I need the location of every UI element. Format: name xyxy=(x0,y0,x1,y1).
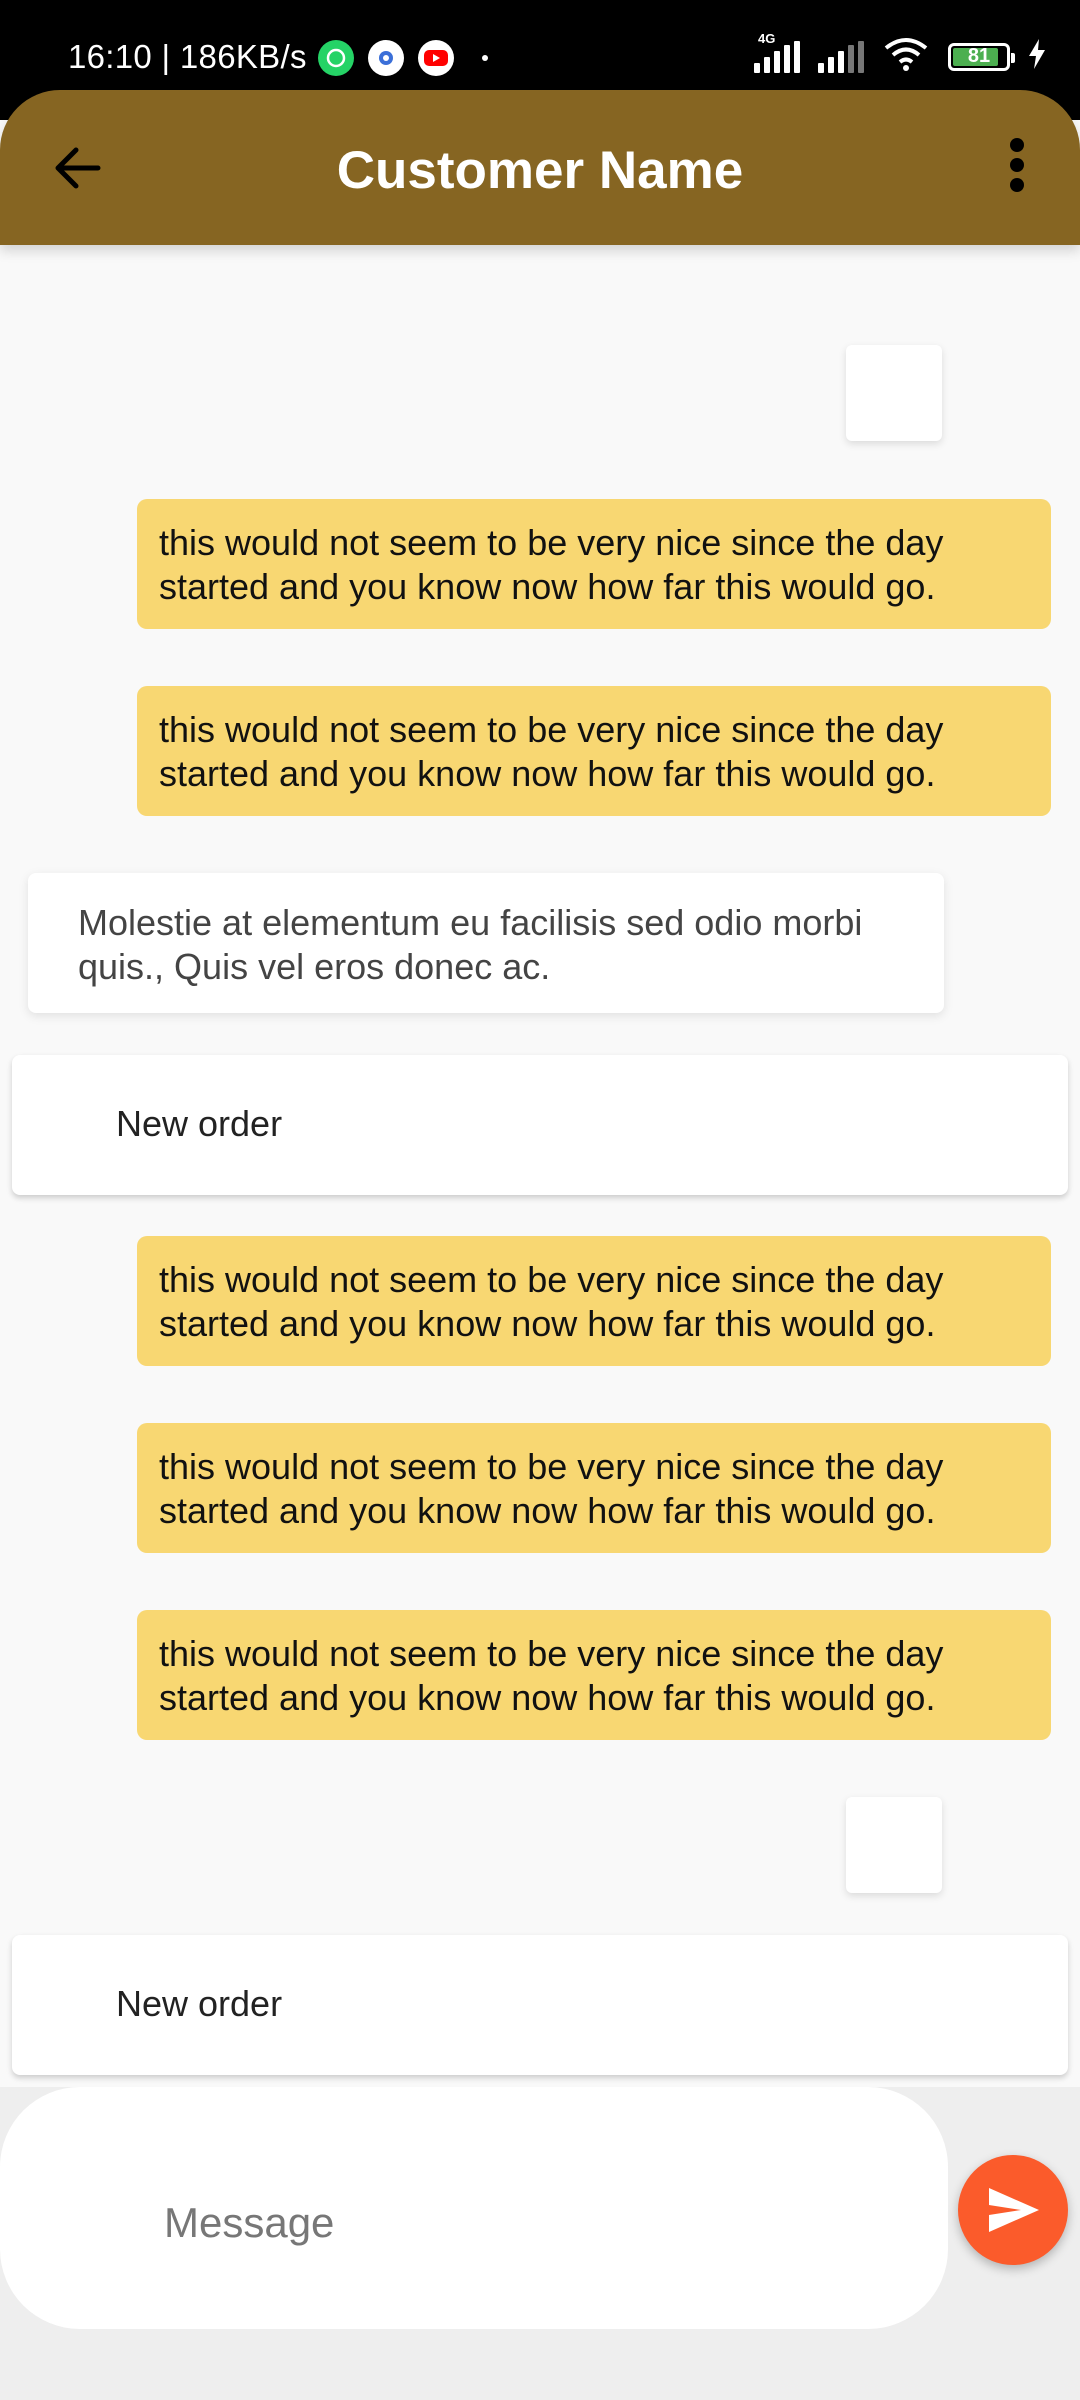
order-label: New order xyxy=(116,1983,283,2024)
outgoing-message[interactable]: this would not seem to be very nice sinc… xyxy=(137,1610,1051,1740)
page-title: Customer Name xyxy=(336,141,744,200)
charging-icon xyxy=(1028,39,1046,74)
outgoing-message[interactable]: this would not seem to be very nice sinc… xyxy=(137,686,1051,816)
new-order-card[interactable]: New order xyxy=(12,1935,1068,2075)
chat-list[interactable]: this would not seem to be very nice sinc… xyxy=(0,245,1080,2087)
message-text: this would not seem to be very nice sinc… xyxy=(159,709,944,794)
outgoing-message[interactable]: this would not seem to be very nice sinc… xyxy=(137,1423,1051,1553)
battery-icon: 81 xyxy=(948,42,1015,71)
notification-dot-icon xyxy=(482,55,488,61)
message-placeholder: Message xyxy=(164,2199,335,2246)
status-indicators: 4G 81 xyxy=(754,31,1046,77)
image-placeholder[interactable] xyxy=(846,345,942,441)
outgoing-message[interactable]: this would not seem to be very nice sinc… xyxy=(137,1236,1051,1366)
message-text: this would not seem to be very nice sinc… xyxy=(159,1446,944,1531)
order-label: New order xyxy=(116,1103,283,1144)
network-type-label: 4G xyxy=(758,30,776,46)
message-text: this would not seem to be very nice sinc… xyxy=(159,1633,944,1718)
send-button[interactable] xyxy=(958,2155,1068,2265)
cellular-signal-2-icon xyxy=(818,40,864,73)
wifi-icon xyxy=(882,36,930,77)
message-text: this would not seem to be very nice sinc… xyxy=(159,1259,944,1344)
youtube-icon xyxy=(418,40,454,76)
image-placeholder[interactable] xyxy=(846,1797,942,1893)
composer-bar: Message xyxy=(0,2087,1080,2400)
cellular-signal-icon: 4G xyxy=(754,31,800,73)
whatsapp-icon xyxy=(318,40,354,76)
settings-app-icon xyxy=(368,40,404,76)
more-options-button[interactable] xyxy=(1002,138,1032,198)
message-input[interactable]: Message xyxy=(0,2087,948,2329)
outgoing-message[interactable]: this would not seem to be very nice sinc… xyxy=(137,499,1051,629)
message-text: Molestie at elementum eu facilisis sed o… xyxy=(78,902,863,987)
incoming-message[interactable]: Molestie at elementum eu facilisis sed o… xyxy=(28,873,944,1013)
message-text: this would not seem to be very nice sinc… xyxy=(159,522,944,607)
battery-level: 81 xyxy=(967,45,991,67)
new-order-card[interactable]: New order xyxy=(12,1055,1068,1195)
status-time: 16:10 | 186KB/s xyxy=(68,38,307,75)
app-bar: Customer Name xyxy=(0,90,1080,245)
more-vert-icon xyxy=(1002,138,1032,192)
send-icon xyxy=(989,2188,1039,2232)
status-app-icons xyxy=(318,40,488,76)
